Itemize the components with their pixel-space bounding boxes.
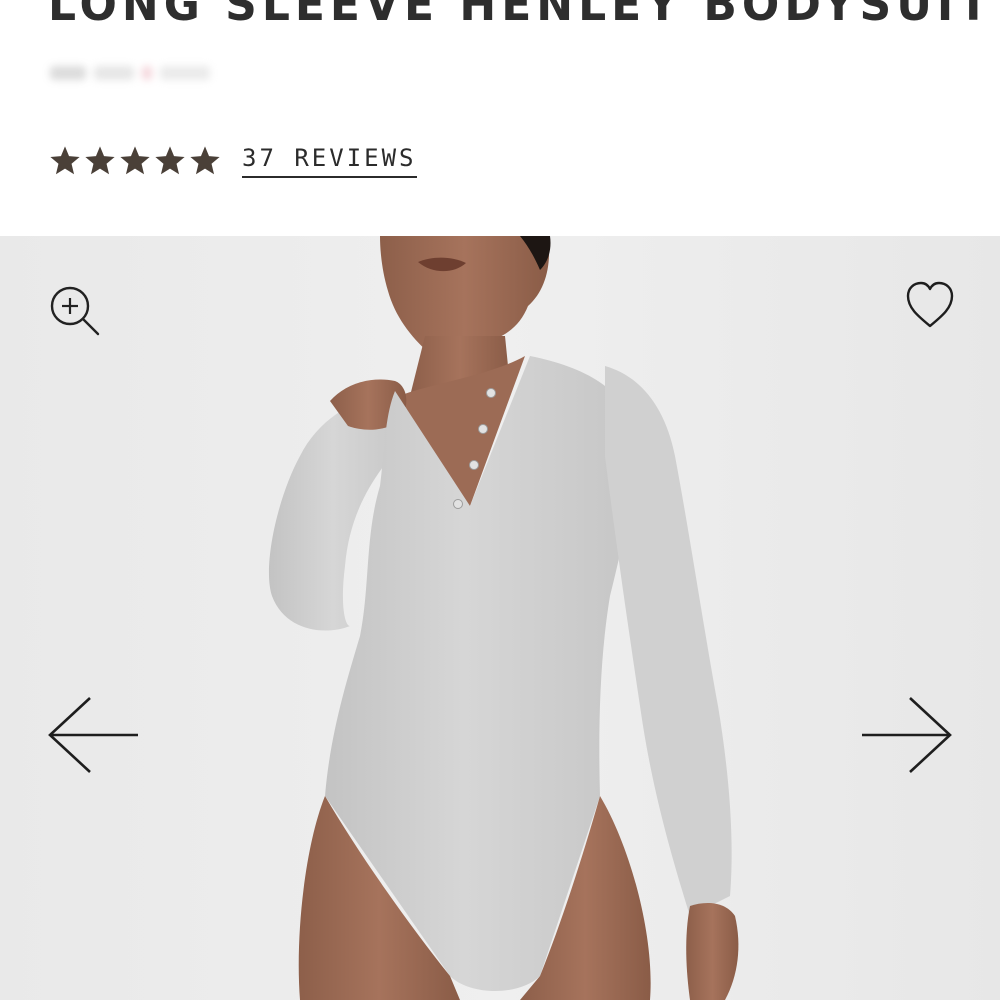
star-icon	[85, 146, 115, 175]
star-icon	[120, 146, 150, 175]
star-icon	[50, 146, 80, 175]
heart-icon[interactable]	[904, 280, 956, 332]
price-blurred	[50, 58, 220, 88]
zoom-in-icon[interactable]	[48, 284, 102, 338]
arrow-left-icon[interactable]	[44, 694, 144, 776]
star-rating	[48, 145, 222, 177]
arrow-right-icon[interactable]	[856, 694, 956, 776]
product-image-gallery	[0, 236, 1000, 1000]
product-title: LONG SLEEVE HENLEY BODYSUIT	[48, 0, 994, 32]
star-icon	[190, 146, 220, 175]
product-header: LONG SLEEVE HENLEY BODYSUIT 37 REVIEWS	[0, 0, 1000, 236]
reviews-link[interactable]: 37 REVIEWS	[242, 144, 417, 178]
rating-row: 37 REVIEWS	[48, 144, 417, 178]
product-photo	[0, 236, 1000, 1000]
star-icon	[155, 146, 185, 175]
